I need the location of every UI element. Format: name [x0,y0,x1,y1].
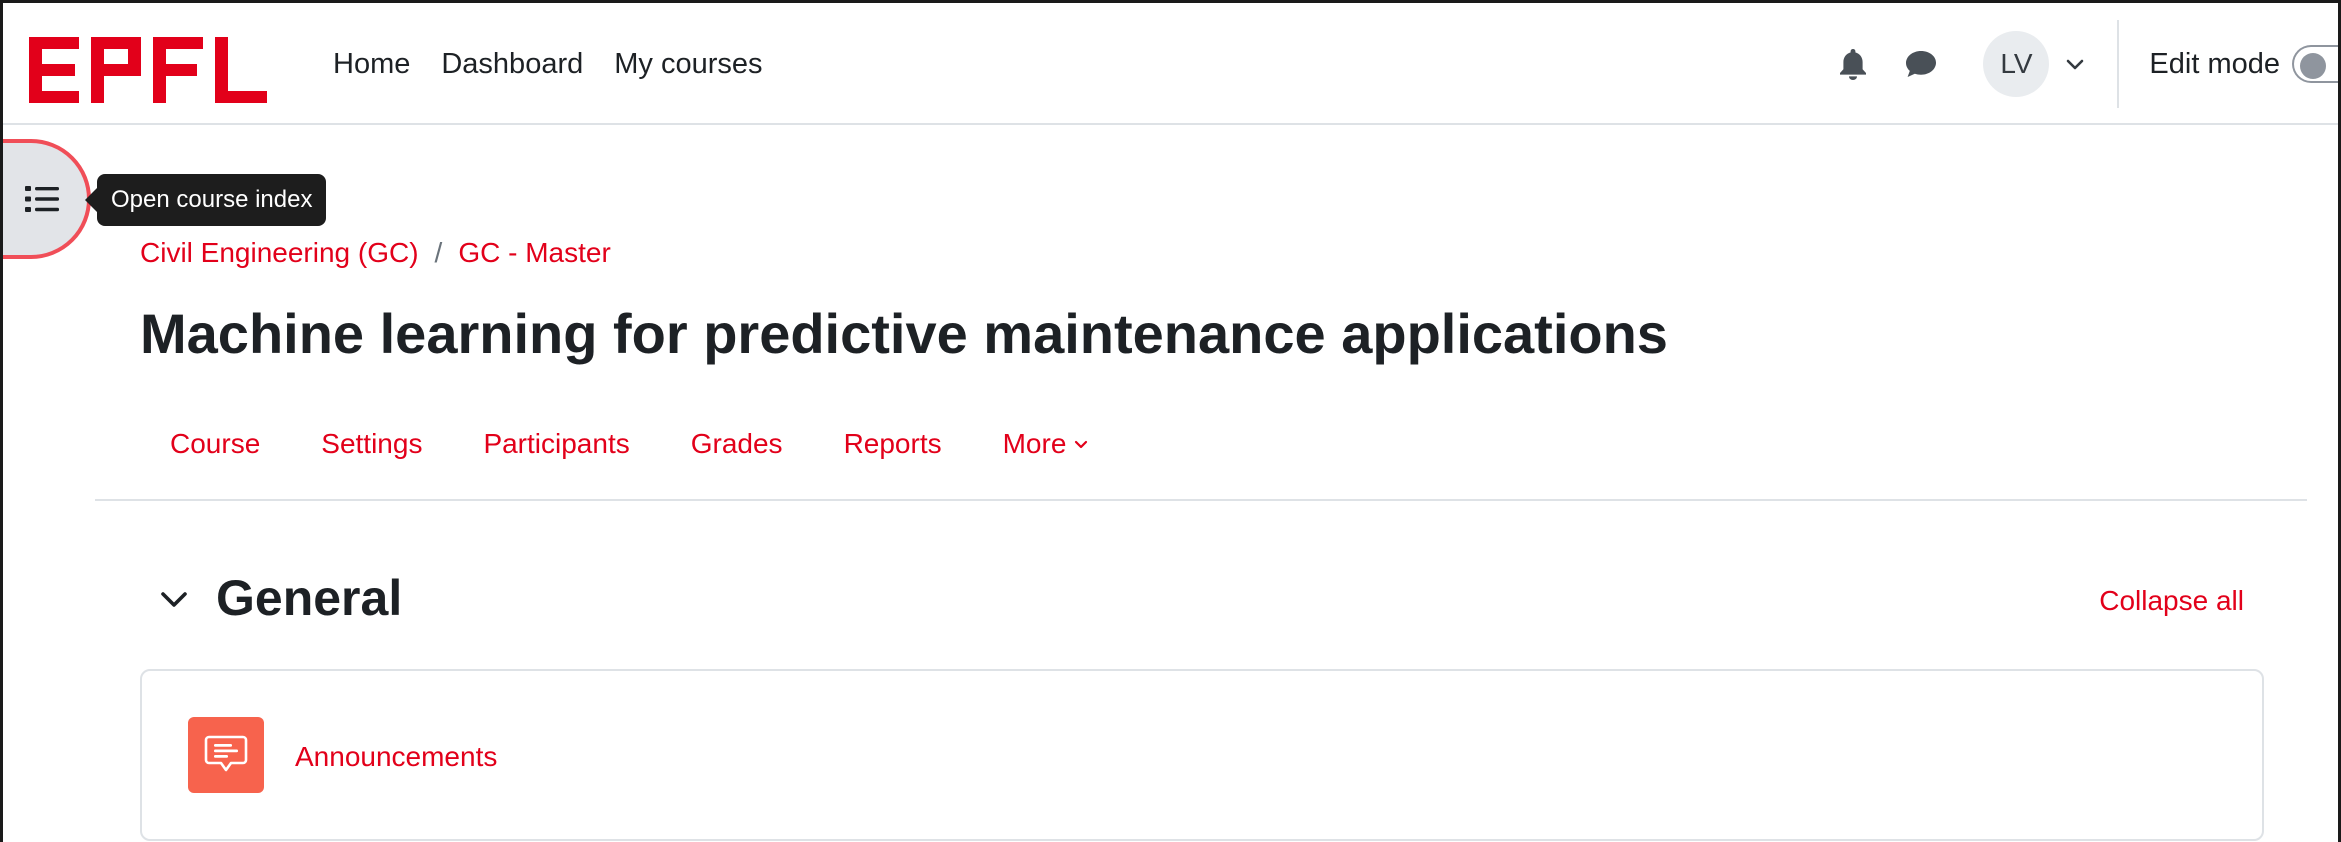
activity-link-announcements[interactable]: Announcements [295,741,497,773]
course-index-tooltip: Open course index [84,174,327,226]
tab-course[interactable]: Course [170,413,260,460]
nav-dashboard[interactable]: Dashboard [441,48,583,81]
tab-more[interactable]: More [1003,413,1091,460]
browser-viewport: Home Dashboard My courses LV Edit mode O… [0,0,2341,842]
tab-reports[interactable]: Reports [844,413,942,460]
navbar-divider [2117,20,2120,108]
chevron-down-icon[interactable] [157,583,191,617]
tab-grades[interactable]: Grades [691,413,783,460]
chat-icon[interactable] [1901,44,1941,84]
breadcrumb-item-gc-master[interactable]: GC - Master [458,237,610,269]
tab-label: More [1002,428,1067,459]
secondary-navigation: Course Settings Participants Grades Repo… [95,413,2307,501]
tab-settings[interactable]: Settings [321,413,422,460]
nav-home[interactable]: Home [333,48,410,81]
tab-label: Settings [321,428,423,459]
breadcrumb-separator: / [434,237,443,268]
tab-label: Participants [483,428,630,459]
tab-label: Reports [843,428,942,459]
collapse-all-link[interactable]: Collapse all [2099,585,2244,617]
breadcrumb-item-civil-engineering[interactable]: Civil Engineering (GC) [140,237,419,269]
bell-icon[interactable] [1833,44,1873,84]
chevron-down-icon [1075,440,1088,449]
user-controls: LV Edit mode [1833,3,2338,125]
tab-label: Course [170,428,261,459]
top-navbar: Home Dashboard My courses LV Edit mode [3,3,2338,125]
edit-mode-label: Edit mode [2149,47,2280,80]
user-avatar[interactable]: LV [1983,31,2050,97]
open-course-index-button[interactable] [3,139,91,259]
page-title: Machine learning for predictive maintena… [140,302,1668,365]
edit-mode-toggle[interactable] [2292,45,2338,83]
forum-icon [188,717,264,793]
tab-participants[interactable]: Participants [483,413,629,460]
nav-my-courses[interactable]: My courses [614,48,762,81]
primary-navigation: Home Dashboard My courses [333,3,794,125]
activity-card: Announcements [140,669,2264,841]
breadcrumb: Civil Engineering (GC) / GC - Master [140,237,611,269]
toggle-knob [2300,53,2326,79]
list-icon [25,186,59,212]
epfl-logo[interactable] [29,37,267,103]
chevron-down-icon[interactable] [2063,52,2087,76]
section-title: General [216,570,403,626]
tab-label: Grades [690,428,783,459]
